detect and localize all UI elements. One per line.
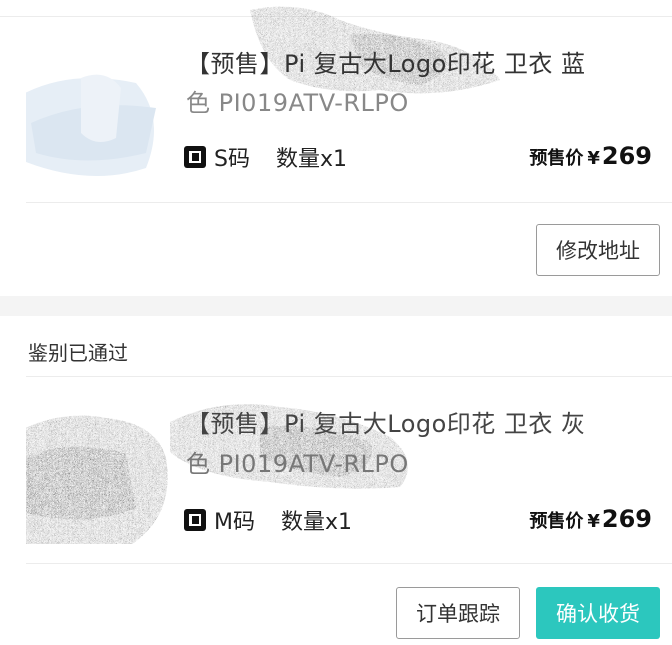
- product-thumbnail[interactable]: [26, 38, 172, 184]
- edit-address-button[interactable]: 修改地址: [536, 224, 660, 276]
- price-label: 预售价: [529, 511, 584, 532]
- size-icon: [184, 146, 206, 168]
- order-card-2: 鉴别已通过 【预售】Pi 复古大Logo印花 卫衣 灰 色 PI019ATV-R…: [0, 316, 672, 645]
- order-tracking-button[interactable]: 订单跟踪: [396, 587, 520, 639]
- product-title-line-2[interactable]: 色 PI019ATV-RLPO: [186, 444, 409, 479]
- status-divider: [26, 376, 672, 377]
- size-icon: [184, 509, 206, 531]
- order-card-1: 【预售】Pi 复古大Logo印花 卫衣 蓝 色 PI019ATV-RLPO S码…: [0, 0, 672, 296]
- top-divider: [0, 16, 672, 17]
- order-status: 鉴别已通过: [28, 341, 128, 365]
- spec-row: S码 数量x1: [184, 143, 347, 172]
- price-row: 预售价 ¥ 269: [529, 505, 652, 535]
- row-divider: [26, 202, 672, 203]
- quantity-label: 数量x1: [280, 510, 353, 535]
- product-thumbnail[interactable]: [26, 398, 172, 544]
- row-divider: [26, 563, 672, 564]
- size-label: M码: [214, 510, 255, 535]
- price-value: 269: [601, 142, 652, 170]
- price-value: 269: [601, 505, 652, 533]
- size-label: S码: [214, 147, 250, 172]
- redaction-scribble: [160, 382, 440, 502]
- currency-symbol: ¥: [587, 148, 600, 169]
- price-label: 预售价: [529, 148, 584, 169]
- spec-row: M码 数量x1: [184, 506, 353, 535]
- product-title-line-1[interactable]: 【预售】Pi 复古大Logo印花 卫衣 灰: [186, 404, 586, 439]
- confirm-receipt-button[interactable]: 确认收货: [536, 587, 660, 639]
- product-title-line-1[interactable]: 【预售】Pi 复古大Logo印花 卫衣 蓝: [186, 44, 586, 79]
- section-separator: [0, 296, 672, 316]
- product-title-line-2[interactable]: 色 PI019ATV-RLPO: [186, 83, 409, 118]
- product-image: [26, 38, 172, 184]
- quantity-label: 数量x1: [275, 147, 347, 172]
- currency-symbol: ¥: [587, 511, 600, 532]
- price-row: 预售价 ¥ 269: [529, 142, 652, 172]
- product-image: [26, 398, 172, 544]
